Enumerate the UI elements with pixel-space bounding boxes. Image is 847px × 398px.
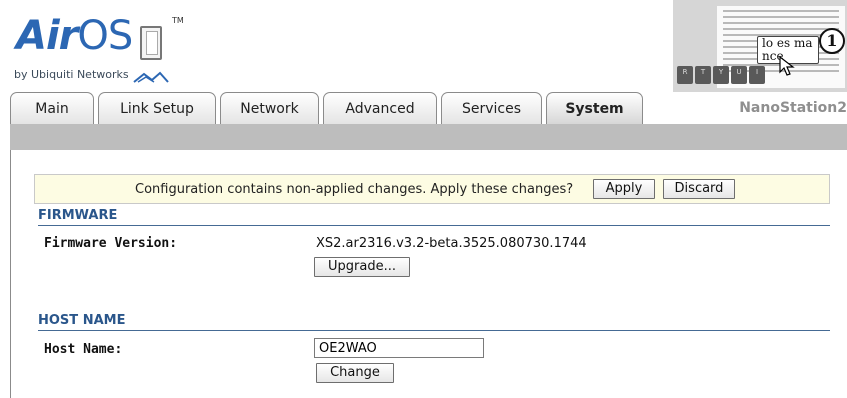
step-number-badge: 1 (819, 28, 845, 54)
tab-network[interactable]: Network (220, 92, 319, 124)
brand-air: Air (16, 13, 78, 59)
upgrade-button[interactable]: Upgrade... (314, 257, 410, 277)
tab-link-setup[interactable]: Link Setup (98, 92, 216, 124)
pending-changes-message: Configuration contains non-applied chang… (135, 182, 574, 197)
thumbnail-key: U (731, 66, 747, 84)
brand-os: OS (77, 13, 133, 59)
book-icon (140, 26, 162, 60)
change-hostname-button[interactable]: Change (316, 363, 394, 383)
cursor-icon (779, 56, 795, 76)
brand-wordmark: AirOS (16, 12, 133, 60)
discard-button[interactable]: Discard (663, 179, 735, 199)
firmware-section-title: FIRMWARE (38, 208, 830, 226)
thumbnail-key: I (749, 66, 765, 84)
apply-button[interactable]: Apply (593, 179, 655, 199)
trademark-mark: TM (172, 16, 184, 25)
help-thumbnail: R T Y U I lo es ma nce 1 (673, 0, 847, 92)
ubiquiti-mesh-icon (133, 71, 169, 83)
thumbnail-key: R (677, 66, 693, 84)
tab-services[interactable]: Services (441, 92, 542, 124)
firmware-version-label: Firmware Version: (44, 236, 178, 251)
airos-logo: AirOS TM by Ubiquiti Networks (10, 10, 200, 88)
pending-changes-notice: Configuration contains non-applied chang… (34, 174, 830, 204)
device-name-label: NanoStation2 (739, 100, 847, 116)
thumbnail-key: Y (713, 66, 729, 84)
tab-advanced[interactable]: Advanced (323, 92, 437, 124)
hostname-section-title: HOST NAME (38, 313, 830, 331)
firmware-version-value: XS2.ar2316.v3.2-beta.3525.080730.1744 (316, 236, 587, 251)
tab-main[interactable]: Main (10, 92, 94, 124)
logo-byline: by Ubiquiti Networks (14, 68, 129, 81)
thumbnail-key: T (695, 66, 711, 84)
tab-content-header-bar (10, 124, 847, 150)
tab-system[interactable]: System (546, 92, 643, 126)
hostname-label: Host Name: (44, 342, 123, 357)
hostname-input[interactable] (314, 338, 484, 358)
